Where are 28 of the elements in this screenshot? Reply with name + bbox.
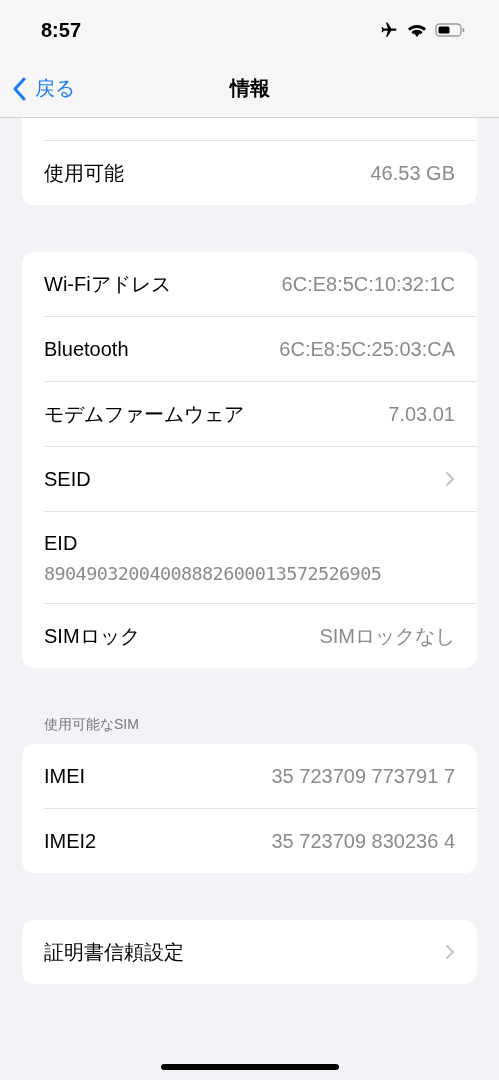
row-value: 6C:E8:5C:25:03:CA [279,337,455,361]
row-label[interactable]: 証明書信頼設定 [44,938,184,966]
wifi-icon [407,22,427,38]
row-value: 35 723709 830236 4 [271,829,455,853]
chevron-right-icon [445,944,455,960]
row-value: 46.53 GB [370,161,455,185]
row-value: 35 723709 773791 7 [271,764,455,788]
row-value: 6C:E8:5C:10:32:1C [281,272,455,296]
status-time: 8:57 [41,18,82,42]
chevron-right-icon [445,471,455,487]
row-value: 7.03.01 [388,402,455,426]
row-label: モデムファームウェア [44,401,244,427]
section-header: 使用可能なSIM [43,716,140,734]
row-value: SIMロックなし [319,623,455,649]
row-value: 89049032004008882600013572526905 [44,562,382,584]
row-label: Wi-Fiアドレス [44,271,171,297]
row-label: EID [44,531,78,555]
row-label: IMEI [44,764,86,788]
chevron-left-icon [12,76,26,101]
row-label[interactable]: SEID [44,467,91,491]
row-label: SIMロック [44,623,140,649]
row-label: IMEI2 [44,829,97,853]
battery-icon [435,22,465,38]
row-label: 使用可能 [44,160,124,186]
airplane-icon [379,21,399,39]
back-button[interactable]: 戻る [0,75,75,102]
nav-title: 情報 [229,76,270,101]
row-label: Bluetooth [44,337,129,361]
